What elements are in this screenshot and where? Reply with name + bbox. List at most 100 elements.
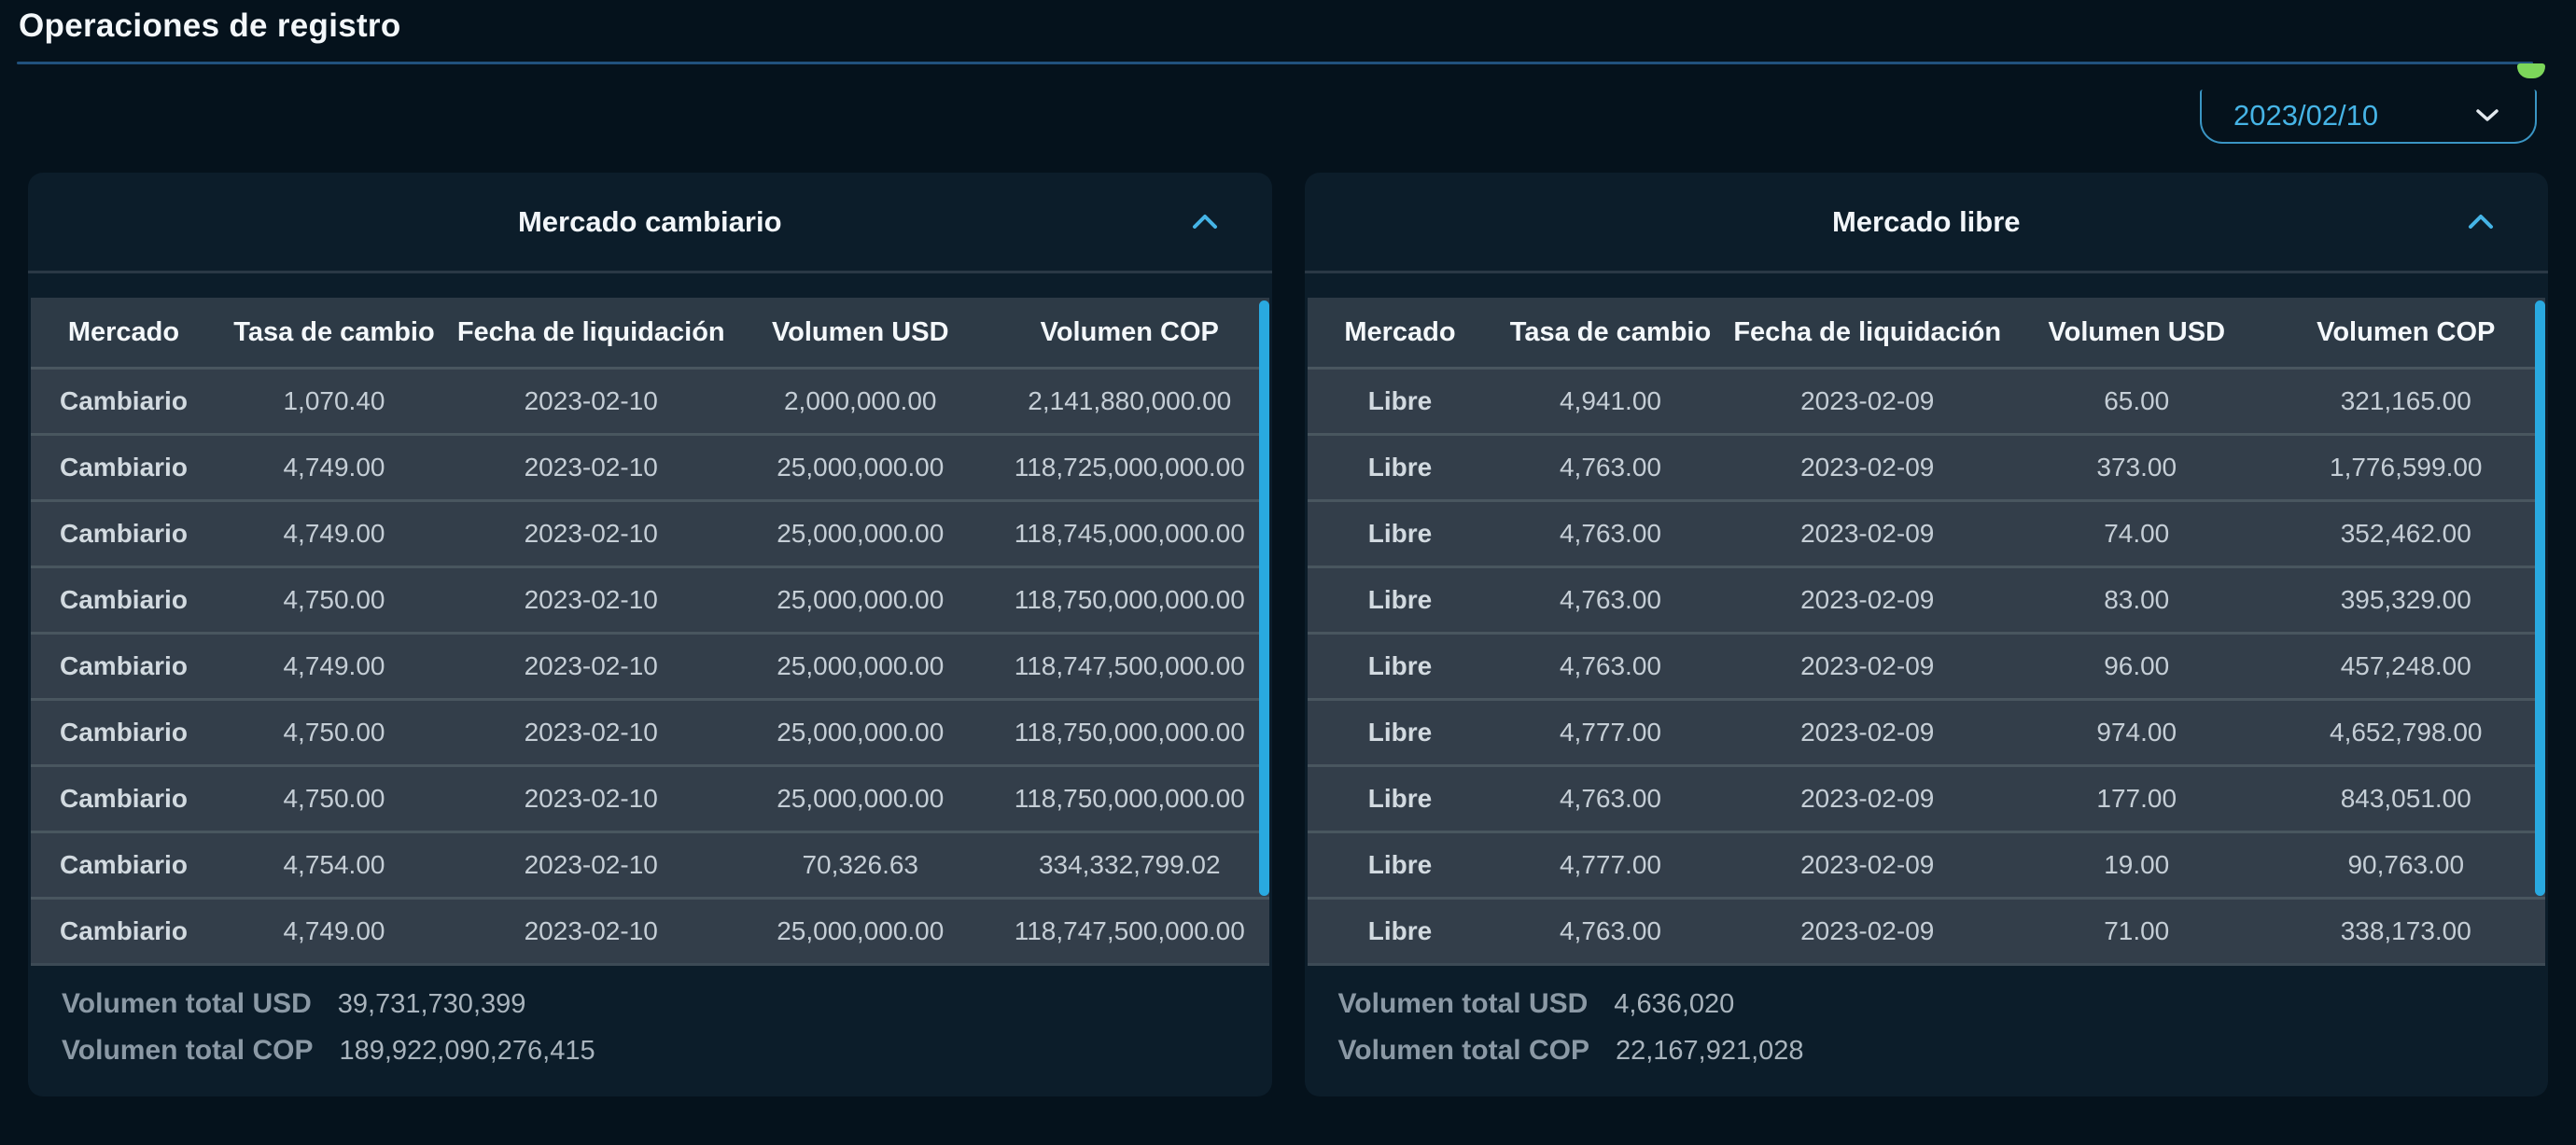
table-row: Libre 4,941.00 2023-02-09 65.00 321,165.00 — [1307, 367, 2545, 435]
totals-section: Volumen total USD 39,731,730,399 Volumen… — [62, 981, 1272, 1074]
table-cell: 74.00 — [2006, 499, 2267, 567]
cards-row: Mercado cambiario Mercado Tasa de cambio… — [28, 173, 2548, 1096]
table-cell: 25,000,000.00 — [730, 897, 991, 966]
chevron-up-icon — [2468, 214, 2494, 230]
table-cell: 457,248.00 — [2266, 632, 2545, 700]
table-row: Cambiario 4,750.00 2023-02-10 25,000,000.00… — [31, 764, 1269, 832]
table-cell: 2023-02-09 — [1728, 499, 2007, 567]
table-cell: 118,747,500,000.00 — [990, 632, 1269, 700]
cell-market: Libre — [1307, 632, 1493, 700]
table-cell: 118,725,000,000.00 — [990, 433, 1269, 501]
table-cell: 71.00 — [2006, 897, 2267, 966]
cell-market: Libre — [1307, 499, 1493, 567]
cell-market: Cambiario — [31, 632, 217, 700]
table-cell: 25,000,000.00 — [730, 632, 991, 700]
table-cell: 4,652,798.00 — [2266, 698, 2545, 766]
table-cell: 338,173.00 — [2266, 897, 2545, 966]
table-row: Cambiario 1,070.40 2023-02-10 2,000,000.00 2… — [31, 367, 1269, 435]
table-cell: 2023-02-10 — [452, 897, 731, 966]
table-cell: 2023-02-10 — [452, 831, 731, 899]
chevron-down-icon — [2475, 108, 2499, 123]
table-row: Libre 4,763.00 2023-02-09 83.00 395,329.00 — [1307, 566, 2545, 634]
total-usd-value: 39,731,730,399 — [337, 989, 526, 1019]
table-cell: 25,000,000.00 — [730, 433, 991, 501]
table-cell: 4,763.00 — [1492, 632, 1729, 700]
cell-market: Cambiario — [31, 698, 217, 766]
operations-table-cambiario: Mercado Tasa de cambio Fecha de liquidac… — [31, 298, 1269, 966]
table-row: Libre 4,763.00 2023-02-09 373.00 1,776,599.0… — [1307, 433, 2545, 501]
table-container: Mercado Tasa de cambio Fecha de liquidac… — [1307, 298, 2545, 966]
operations-table-libre: Mercado Tasa de cambio Fecha de liquidac… — [1307, 298, 2545, 966]
collapse-button[interactable] — [2460, 202, 2501, 243]
total-cop-row: Volumen total COP 189,922,090,276,415 — [62, 1027, 1272, 1074]
table-cell: 2023-02-09 — [1728, 698, 2007, 766]
table-cell: 4,763.00 — [1492, 764, 1729, 832]
table-cell: 4,777.00 — [1492, 698, 1729, 766]
table-cell: 4,941.00 — [1492, 367, 1729, 435]
date-select[interactable]: 2023/02/10 — [2200, 90, 2537, 144]
table-cell: 2023-02-09 — [1728, 367, 2007, 435]
table-cell: 4,763.00 — [1492, 499, 1729, 567]
table-cell: 334,332,799.02 — [990, 831, 1269, 899]
date-select-value: 2023/02/10 — [2233, 99, 2379, 132]
table-scrollbar[interactable] — [1258, 300, 1269, 896]
table-container: Mercado Tasa de cambio Fecha de liquidac… — [31, 298, 1269, 966]
table-scrollbar[interactable] — [2535, 300, 2545, 896]
table-cell: 4,749.00 — [216, 499, 452, 567]
col-header-exchange-rate: Tasa de cambio — [216, 298, 452, 369]
chevron-up-icon — [1192, 214, 1218, 230]
status-dot — [2517, 63, 2545, 78]
table-cell: 2023-02-09 — [1728, 764, 2007, 832]
table-cell: 2023-02-09 — [1728, 897, 2007, 966]
card-header-libre[interactable]: Mercado libre — [1304, 173, 2548, 273]
cell-market: Libre — [1307, 367, 1493, 435]
cell-market: Libre — [1307, 897, 1493, 966]
cell-market: Cambiario — [31, 764, 217, 832]
card-title: Mercado libre — [1831, 204, 2021, 238]
table-cell: 4,754.00 — [216, 831, 452, 899]
card-mercado-cambiario: Mercado cambiario Mercado Tasa de cambio… — [28, 173, 1272, 1096]
table-cell: 25,000,000.00 — [730, 698, 991, 766]
table-cell: 4,749.00 — [216, 632, 452, 700]
table-cell: 4,750.00 — [216, 566, 452, 634]
table-row: Libre 4,763.00 2023-02-09 177.00 843,051.00 — [1307, 764, 2545, 832]
col-header-market: Mercado — [31, 298, 217, 369]
table-cell: 118,745,000,000.00 — [990, 499, 1269, 567]
table-row: Cambiario 4,749.00 2023-02-10 25,000,000.00… — [31, 499, 1269, 567]
table-cell: 4,777.00 — [1492, 831, 1729, 899]
col-header-settlement-date: Fecha de liquidación — [452, 298, 731, 369]
cell-market: Cambiario — [31, 831, 217, 899]
table-cell: 4,763.00 — [1492, 566, 1729, 634]
table-row: Cambiario 4,749.00 2023-02-10 25,000,000.00… — [31, 632, 1269, 700]
table-cell: 2023-02-09 — [1728, 566, 2007, 634]
table-cell: 321,165.00 — [2266, 367, 2545, 435]
table-cell: 118,747,500,000.00 — [990, 897, 1269, 966]
table-row: Cambiario 4,750.00 2023-02-10 25,000,000.00… — [31, 698, 1269, 766]
card-mercado-libre: Mercado libre Mercado Tasa de cambio Fec… — [1304, 173, 2549, 1096]
table-row: Libre 4,777.00 2023-02-09 19.00 90,763.00 — [1307, 831, 2545, 899]
table-cell: 4,750.00 — [216, 764, 452, 832]
table-row: Cambiario 4,749.00 2023-02-10 25,000,000.00… — [31, 433, 1269, 501]
table-cell: 395,329.00 — [2266, 566, 2545, 634]
table-cell: 2023-02-10 — [452, 698, 731, 766]
table-cell: 83.00 — [2006, 566, 2267, 634]
table-cell: 118,750,000,000.00 — [990, 698, 1269, 766]
table-cell: 4,763.00 — [1492, 433, 1729, 501]
table-cell: 843,051.00 — [2266, 764, 2545, 832]
table-cell: 96.00 — [2006, 632, 2267, 700]
cell-market: Libre — [1307, 433, 1493, 501]
table-cell: 25,000,000.00 — [730, 566, 991, 634]
total-cop-value: 22,167,921,028 — [1615, 1036, 1804, 1066]
table-cell: 19.00 — [2006, 831, 2267, 899]
table-cell: 4,749.00 — [216, 433, 452, 501]
card-header-cambiario[interactable]: Mercado cambiario — [28, 173, 1272, 273]
cell-market: Cambiario — [31, 433, 217, 501]
totals-section: Volumen total USD 4,636,020 Volumen tota… — [1338, 981, 2549, 1074]
table-cell: 25,000,000.00 — [730, 764, 991, 832]
total-cop-label: Volumen total COP — [1337, 1035, 1589, 1066]
collapse-button[interactable] — [1184, 202, 1225, 243]
table-cell: 2023-02-09 — [1728, 632, 2007, 700]
table-row: Libre 4,763.00 2023-02-09 71.00 338,173.00 — [1307, 897, 2545, 966]
table-cell: 70,326.63 — [730, 831, 991, 899]
table-cell: 1,070.40 — [216, 367, 452, 435]
